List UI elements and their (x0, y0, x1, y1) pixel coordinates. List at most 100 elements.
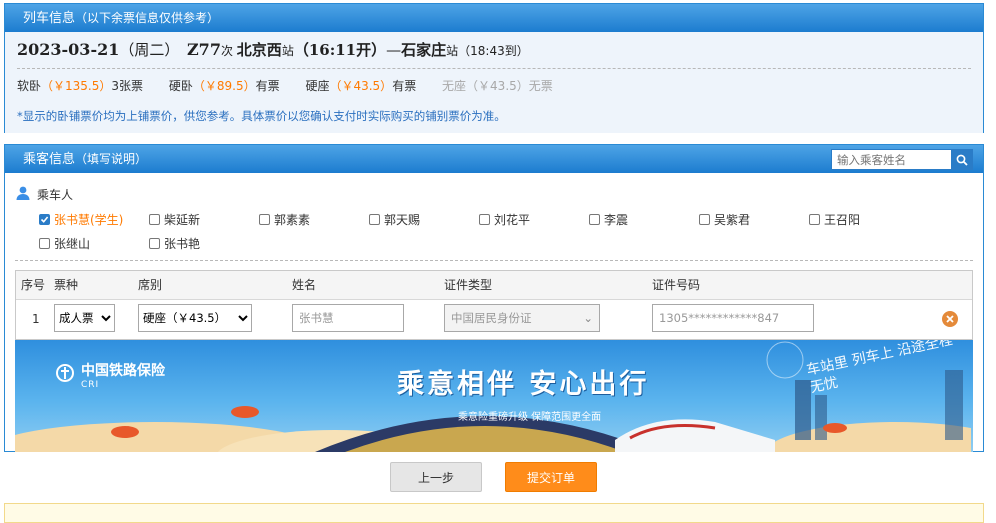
checkbox-icon[interactable] (809, 214, 820, 225)
seat-status: 有票 (255, 79, 280, 93)
train-info-subtitle: （以下余票信息仅供参考） (75, 11, 220, 25)
checkbox-icon[interactable] (149, 238, 160, 249)
passenger-search-box (831, 149, 973, 170)
checkbox-icon[interactable] (259, 214, 270, 225)
passenger-search-input[interactable] (832, 150, 948, 169)
train-info-body: 2023-03-21（周二） Z77次 北京西站（16:11开）—石家庄站（18… (5, 32, 983, 133)
passenger-checkbox[interactable]: 吴紫君 (699, 211, 750, 228)
col-index: 序号 (21, 278, 46, 292)
passenger-name: 张书艳 (164, 237, 201, 251)
seat-hard-sleeper: 硬卧（￥89.5）有票 (169, 69, 280, 103)
seat-hard-seat: 硬座（￥43.5）有票 (305, 69, 416, 103)
train-summary: 2023-03-21（周二） Z77次 北京西站（16:11开）—石家庄站（18… (17, 32, 971, 69)
col-ticket-type: 票种 (54, 278, 79, 292)
checkbox-icon[interactable] (699, 214, 710, 225)
checkbox-icon[interactable] (149, 214, 160, 225)
banner-subtitle: 乘意险重磅升级 保障范围更全面 (458, 412, 602, 423)
passenger-checkbox[interactable]: 刘花平 (479, 211, 530, 228)
passenger-name: 郭天赐 (384, 213, 421, 227)
passenger-checkbox[interactable]: 郭天赐 (369, 211, 420, 228)
passenger-name: 张书慧(学生) (54, 213, 124, 227)
col-id-number: 证件号码 (652, 278, 701, 292)
checkbox-icon[interactable] (369, 214, 380, 225)
checkbox-icon[interactable] (39, 238, 50, 249)
train-info-header: 列车信息（以下余票信息仅供参考） (5, 4, 983, 32)
route-dash: — (386, 41, 402, 59)
seat-status: 有票 (392, 79, 417, 93)
chevron-down-icon: ⌄ (583, 311, 593, 325)
to-station: 石家庄 (401, 41, 447, 59)
id-number-field[interactable]: 1305************847 (652, 304, 814, 332)
passenger-checkbox[interactable]: 张继山 (39, 235, 90, 252)
brand-name: 中国铁路保险 (81, 363, 165, 379)
bottom-tip-bar (4, 503, 984, 523)
passenger-name: 刘花平 (494, 213, 531, 227)
divider (15, 260, 973, 261)
seat-status: 无票 (528, 79, 553, 93)
checkbox-icon[interactable] (479, 214, 490, 225)
seat-price: （￥43.5） (466, 79, 529, 93)
seat-no-seat: 无座（￥43.5）无票 (442, 69, 553, 103)
id-type-select[interactable]: 中国居民身份证 ⌄ (444, 304, 600, 332)
seat-name: 无座 (442, 79, 467, 93)
price-note: *显示的卧铺票价均为上铺票价，供您参考。具体票价以您确认支付时实际购买的铺别票价… (17, 109, 506, 123)
seat-soft-sleeper: 软卧（￥135.5）3张票 (17, 69, 143, 103)
checkbox-icon[interactable] (589, 214, 600, 225)
passenger-label-text: 乘车人 (37, 188, 74, 202)
from-station-suffix: 站 (281, 44, 294, 58)
passenger-checkbox[interactable]: 张书慧(学生) (39, 211, 123, 228)
seat-name: 软卧 (17, 79, 42, 93)
depart-time: （16:11开） (293, 41, 387, 59)
passenger-checkbox[interactable]: 张书艳 (149, 235, 200, 252)
from-station: 北京西 (236, 41, 282, 59)
previous-step-button[interactable]: 上一步 (390, 462, 482, 492)
passenger-checkbox[interactable]: 李震 (589, 211, 628, 228)
col-seat-type: 席别 (138, 278, 163, 292)
user-icon (15, 185, 31, 204)
seat-type-select[interactable]: 硬座（￥43.5） (138, 304, 252, 332)
passenger-name: 吴紫君 (714, 213, 751, 227)
train-info-panel: 列车信息（以下余票信息仅供参考） 2023-03-21（周二） Z77次 北京西… (4, 3, 984, 133)
seat-price: （￥43.5） (329, 79, 393, 93)
banner-slogan: 乘意相伴 安心出行 (397, 369, 650, 400)
id-type-value: 中国居民身份证 (451, 311, 532, 325)
passenger-info-title: 乘客信息 (23, 152, 76, 167)
table-header: 序号 票种 席别 姓名 证件类型 证件号码 (16, 271, 972, 300)
travel-weekday: （周二） (119, 41, 180, 59)
col-id-type: 证件类型 (444, 278, 493, 292)
seat-status: 3张票 (111, 79, 144, 93)
cri-logo: 中国铁路保险 CRI (55, 360, 165, 390)
seat-name: 硬座 (305, 79, 330, 93)
travel-date: 2023-03-21 (17, 40, 120, 59)
train-info-title: 列车信息 (23, 11, 76, 26)
seat-availability: 软卧（￥135.5）3张票 硬卧（￥89.5）有票 硬座（￥43.5）有票 无座… (17, 69, 971, 103)
passenger-section-label: 乘车人 (15, 185, 73, 204)
passenger-name: 柴延新 (164, 213, 201, 227)
delete-passenger-icon[interactable] (942, 311, 958, 327)
passenger-checkbox[interactable]: 王召阳 (809, 211, 860, 228)
col-name: 姓名 (292, 278, 317, 292)
seat-price: （￥135.5） (41, 79, 112, 93)
passenger-name: 李震 (604, 213, 629, 227)
passenger-name-field[interactable]: 张书慧 (292, 304, 404, 332)
passenger-name: 郭素素 (274, 213, 311, 227)
checkbox-checked-icon[interactable] (39, 214, 50, 225)
table-row: 1 成人票 硬座（￥43.5） 张书慧 中国居民身份证 ⌄ 1305*******… (16, 300, 972, 340)
arrive-time: （18:43到） (458, 44, 529, 58)
passenger-info-panel: 乘客信息（填写说明） 乘车人 张书慧(学生) 柴延新 郭素素 郭天赐 刘花平 李… (4, 144, 984, 452)
ticket-type-select[interactable]: 成人票 (54, 304, 115, 332)
search-icon[interactable] (951, 150, 972, 169)
passenger-name: 王召阳 (824, 213, 861, 227)
to-station-suffix: 站 (446, 44, 459, 58)
train-number: Z77 (187, 40, 221, 59)
passenger-checkbox[interactable]: 柴延新 (149, 211, 200, 228)
submit-order-button[interactable]: 提交订单 (505, 462, 597, 492)
train-suffix: 次 (220, 44, 233, 58)
fill-instructions-link[interactable]: （填写说明） (75, 152, 147, 166)
row-index: 1 (32, 312, 40, 326)
passenger-checkbox[interactable]: 郭素素 (259, 211, 310, 228)
railway-logo-icon (55, 363, 75, 387)
seat-name: 硬卧 (168, 79, 193, 93)
brand-en: CRI (81, 380, 100, 390)
insurance-banner[interactable]: 中国铁路保险 CRI 乘意相伴 安心出行 乘意险重磅升级 保障范围更全面 车站里 … (15, 340, 973, 452)
